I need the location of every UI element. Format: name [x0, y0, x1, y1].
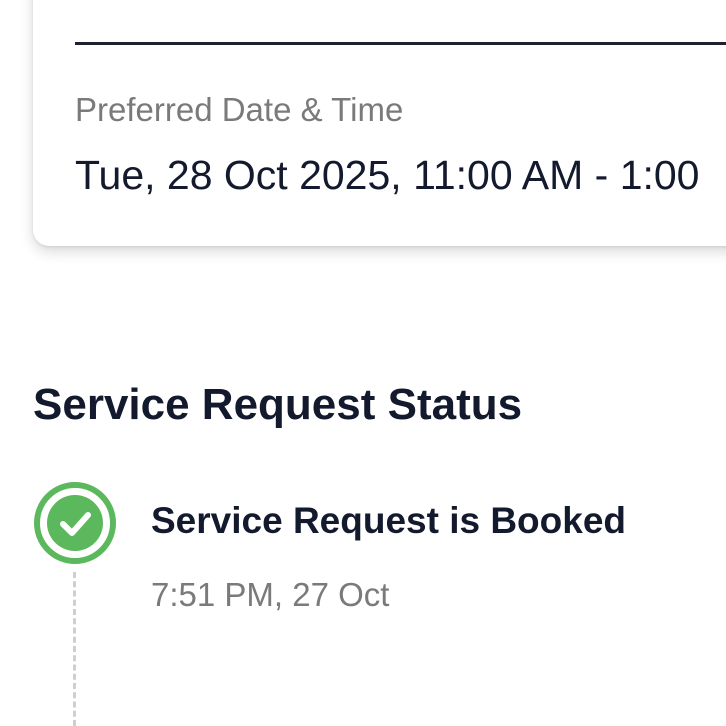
card-divider: [75, 42, 726, 45]
service-request-detail-screen: Preferred Date & Time Tue, 28 Oct 2025, …: [0, 0, 726, 726]
check-circle-icon: [33, 481, 117, 565]
preferred-date-time-label: Preferred Date & Time: [75, 91, 404, 128]
preferred-date-time-value: Tue, 28 Oct 2025, 11:00 AM - 1:00: [75, 152, 700, 198]
section-title: Service Request Status: [33, 380, 523, 429]
status-event-title: Service Request is Booked: [151, 500, 627, 541]
status-event-time: 7:51 PM, 27 Oct: [151, 576, 390, 613]
timeline-connector: [73, 572, 76, 726]
booking-details-card: Preferred Date & Time Tue, 28 Oct 2025, …: [33, 0, 726, 246]
